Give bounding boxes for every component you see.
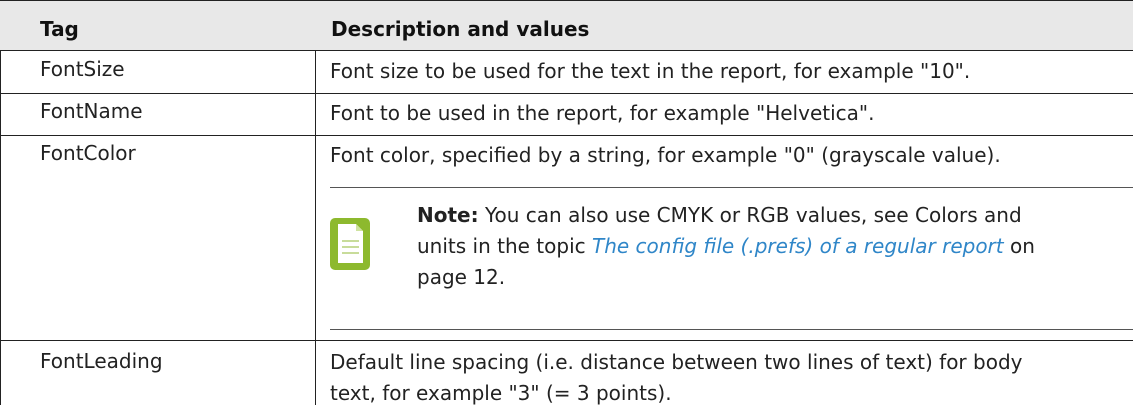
description-line-2: text, for example "3" (= 3 points).: [330, 381, 672, 405]
note-line-2: units in the topic The config file (.pre…: [417, 231, 1035, 262]
description-cell: Font to be used in the report, for examp…: [330, 101, 875, 125]
table-row: FontColor Font color, specified by a str…: [0, 136, 1133, 341]
note-line-3: page 12.: [417, 265, 506, 289]
description-cell: Default line spacing (i.e. distance betw…: [330, 347, 1022, 409]
note-callout: Note: You can also use CMYK or RGB value…: [330, 187, 1133, 330]
tag-cell: FontSize: [40, 57, 125, 81]
description-cell: Font size to be used for the text in the…: [330, 59, 971, 83]
note-line-1: Note: You can also use CMYK or RGB value…: [417, 200, 1035, 231]
note-body: You can also use CMYK or RGB values, see…: [484, 203, 1022, 227]
note-label: Note:: [417, 203, 479, 227]
description-line-1: Default line spacing (i.e. distance betw…: [330, 350, 1023, 374]
table-row: FontSize Font size to be used for the te…: [0, 50, 1133, 94]
description-cell: Font color, specified by a string, for e…: [330, 143, 1001, 167]
header-description: Description and values: [331, 17, 590, 41]
table-header-row: Tag Description and values: [0, 0, 1133, 51]
table-row: FontName Font to be used in the report, …: [0, 94, 1133, 136]
tag-cell: FontName: [40, 99, 143, 123]
header-tag: Tag: [40, 17, 79, 41]
reference-table: Tag Description and values FontSize Font…: [0, 0, 1133, 405]
config-file-topic-link[interactable]: The config file (.prefs) of a regular re…: [592, 234, 1004, 258]
tag-cell: FontColor: [40, 141, 136, 165]
tag-cell: FontLeading: [40, 349, 163, 373]
note-document-icon: [330, 218, 370, 270]
note-suffix: on: [1009, 234, 1035, 258]
note-text: Note: You can also use CMYK or RGB value…: [417, 200, 1035, 293]
table-row: FontLeading Default line spacing (i.e. d…: [0, 341, 1133, 411]
note-prefix: units in the topic: [417, 234, 586, 258]
